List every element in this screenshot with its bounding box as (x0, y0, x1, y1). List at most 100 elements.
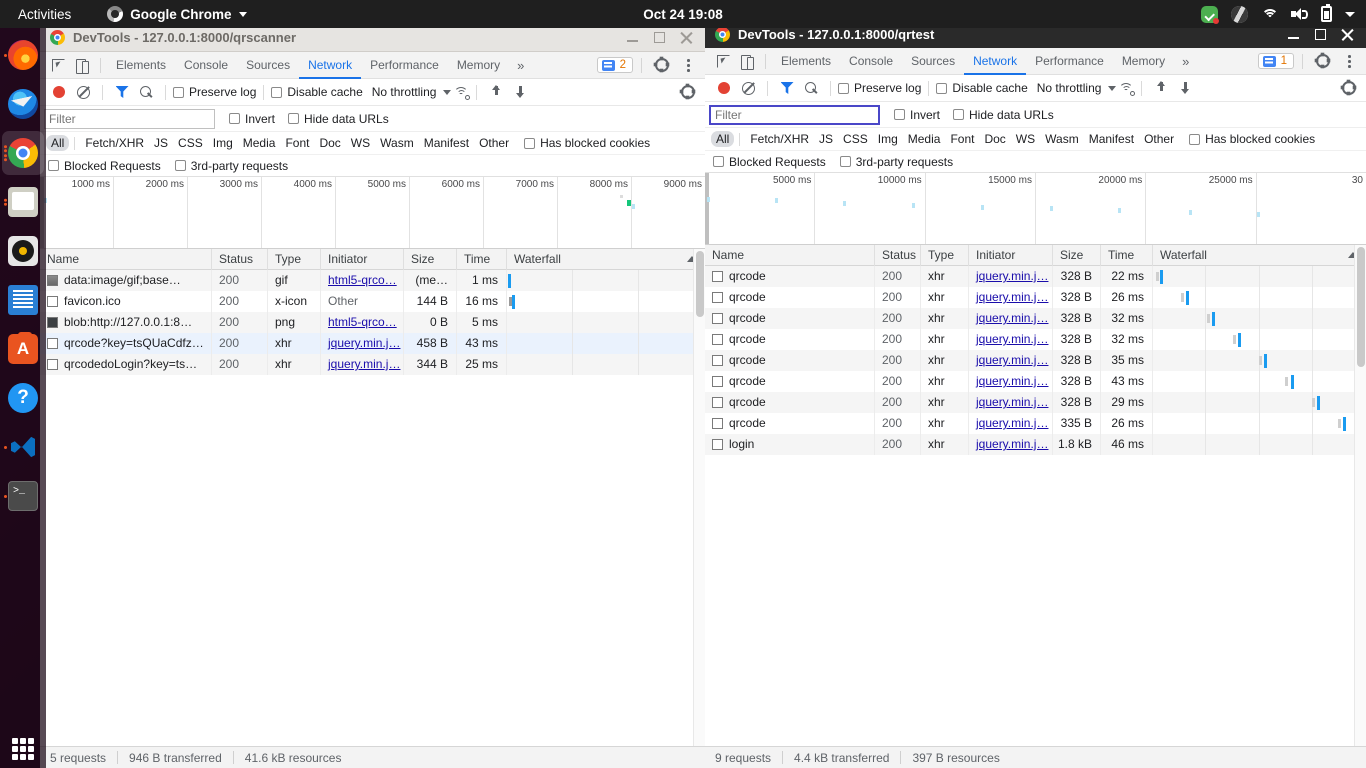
table-row[interactable]: qrcode 200 xhr jquery.min.j… 328 B 29 ms (705, 392, 1366, 413)
system-menu-arrow-icon[interactable] (1345, 11, 1355, 17)
column-header-size[interactable]: Size (404, 249, 457, 270)
tab-sources[interactable]: Sources (902, 48, 964, 75)
dock-item-firefox[interactable] (2, 33, 44, 77)
table-row[interactable]: blob:http://127.0.0.1:8… 200 png html5-qrco… (40, 312, 705, 333)
settings-button[interactable] (650, 54, 674, 76)
tab-network[interactable]: Network (964, 48, 1027, 75)
dock-item-writer[interactable] (2, 278, 44, 322)
table-row[interactable]: qrcode 200 xhr jquery.min.j… 328 B 26 ms (705, 287, 1366, 308)
cell-initiator[interactable]: jquery.min.j… (969, 287, 1053, 308)
type-filter-all[interactable]: All (46, 135, 70, 151)
more-options-button[interactable] (676, 54, 700, 76)
initiator-link[interactable]: jquery.min.j… (976, 416, 1048, 430)
column-header-status[interactable]: Status (212, 249, 268, 270)
column-header-name[interactable]: Name (705, 245, 875, 266)
network-overview-timeline[interactable]: 5000 ms 10000 ms 15000 ms 20000 ms 25000… (705, 173, 1366, 245)
filter-input[interactable] (44, 108, 215, 129)
import-har-button[interactable] (1149, 77, 1173, 99)
type-filter-font[interactable]: Font (280, 135, 314, 151)
devtools-window-left[interactable]: DevTools - 127.0.0.1:8000/qrscanner Elem… (40, 24, 705, 768)
minimize-button[interactable] (626, 31, 639, 44)
invert-checkbox[interactable]: Invert (894, 108, 940, 122)
search-button[interactable] (799, 77, 823, 99)
type-filter-fetch-xhr[interactable]: Fetch/XHR (745, 131, 814, 147)
column-header-type[interactable]: Type (268, 249, 321, 270)
type-filter-wasm[interactable]: Wasm (375, 135, 419, 151)
device-toolbar-button[interactable] (70, 54, 94, 76)
hide-data-urls-checkbox[interactable]: Hide data URLs (953, 108, 1054, 122)
dock-item-help[interactable] (2, 376, 44, 420)
type-filter-js[interactable]: JS (814, 131, 838, 147)
initiator-link[interactable]: html5-qrco… (328, 273, 397, 287)
table-row[interactable]: data:image/gif;base… 200 gif html5-qrco… (me… (40, 270, 705, 291)
type-filter-css[interactable]: CSS (173, 135, 208, 151)
table-row[interactable]: qrcode 200 xhr jquery.min.j… 328 B 22 ms (705, 266, 1366, 287)
more-options-button[interactable] (1337, 50, 1361, 72)
type-filter-img[interactable]: Img (208, 135, 238, 151)
cell-initiator[interactable]: jquery.min.j… (321, 333, 404, 354)
type-filter-other[interactable]: Other (474, 135, 514, 151)
initiator-link[interactable]: jquery.min.j… (976, 437, 1048, 451)
maximize-button[interactable] (653, 31, 666, 44)
type-filter-doc[interactable]: Doc (314, 135, 345, 151)
column-header-waterfall[interactable]: Waterfall (1153, 245, 1366, 266)
maximize-button[interactable] (1314, 28, 1327, 41)
todo-icon[interactable] (1201, 5, 1219, 24)
dock-item-software[interactable] (2, 327, 44, 371)
column-header-time[interactable]: Time (457, 249, 507, 270)
close-button[interactable] (680, 31, 693, 44)
cell-initiator[interactable]: jquery.min.j… (969, 350, 1053, 371)
initiator-link[interactable]: jquery.min.j… (976, 374, 1048, 388)
issues-button[interactable]: 1 (1257, 53, 1294, 69)
tab-network[interactable]: Network (299, 52, 362, 79)
type-filter-media[interactable]: Media (238, 135, 281, 151)
initiator-link[interactable]: jquery.min.j… (976, 332, 1048, 346)
network-settings-button[interactable] (1337, 77, 1361, 99)
type-filter-manifest[interactable]: Manifest (419, 135, 474, 151)
table-row[interactable]: login 200 xhr jquery.min.j… 1.8 kB 46 ms (705, 434, 1366, 455)
initiator-link[interactable]: jquery.min.j… (976, 311, 1048, 325)
column-header-initiator[interactable]: Initiator (321, 249, 404, 270)
cell-initiator[interactable]: jquery.min.j… (969, 392, 1053, 413)
type-filter-img[interactable]: Img (873, 131, 903, 147)
minimize-button[interactable] (1287, 28, 1300, 41)
dock-item-chrome[interactable] (2, 131, 44, 175)
tab-elements[interactable]: Elements (772, 48, 840, 75)
column-header-status[interactable]: Status (875, 245, 921, 266)
type-filter-js[interactable]: JS (149, 135, 173, 151)
cell-initiator[interactable]: Other (321, 291, 404, 312)
preserve-log-checkbox[interactable]: Preserve log (838, 81, 921, 95)
type-filter-fetch-xhr[interactable]: Fetch/XHR (80, 135, 149, 151)
scrollbar-thumb[interactable] (696, 251, 704, 317)
network-conditions-icon[interactable] (454, 86, 471, 100)
tab-elements[interactable]: Elements (107, 52, 175, 79)
filter-input[interactable] (709, 104, 880, 125)
battery-icon[interactable] (1321, 4, 1332, 22)
app-menu-button[interactable]: Google Chrome (107, 6, 247, 22)
third-party-requests-checkbox[interactable]: 3rd-party requests (839, 155, 953, 169)
vertical-scrollbar[interactable] (693, 249, 705, 746)
network-settings-button[interactable] (676, 81, 700, 103)
toggle-filter-button[interactable] (775, 77, 799, 99)
column-header-type[interactable]: Type (921, 245, 969, 266)
initiator-link[interactable]: jquery.min.j… (976, 395, 1048, 409)
cell-initiator[interactable]: jquery.min.j… (969, 413, 1053, 434)
table-row[interactable]: qrcode?key=tsQUaCdfz… 200 xhr jquery.min.j…… (40, 333, 705, 354)
type-filter-wasm[interactable]: Wasm (1040, 131, 1084, 147)
initiator-link[interactable]: jquery.min.j… (328, 357, 400, 371)
has-blocked-cookies-checkbox[interactable]: Has blocked cookies (524, 136, 650, 150)
type-filter-ws[interactable]: WS (346, 135, 375, 151)
column-header-waterfall[interactable]: Waterfall (507, 249, 705, 270)
table-row[interactable]: qrcode 200 xhr jquery.min.j… 328 B 43 ms (705, 371, 1366, 392)
tab-memory[interactable]: Memory (448, 52, 509, 79)
export-har-button[interactable] (1173, 77, 1197, 99)
tab-memory[interactable]: Memory (1113, 48, 1174, 75)
close-button[interactable] (1341, 28, 1354, 41)
dock-item-vscode[interactable] (2, 425, 44, 469)
record-button[interactable] (712, 77, 736, 99)
type-filter-ws[interactable]: WS (1011, 131, 1040, 147)
scrollbar-thumb[interactable] (1357, 247, 1365, 367)
type-filter-all[interactable]: All (711, 131, 735, 147)
disable-cache-checkbox[interactable]: Disable cache (936, 81, 1028, 95)
column-header-initiator[interactable]: Initiator (969, 245, 1053, 266)
